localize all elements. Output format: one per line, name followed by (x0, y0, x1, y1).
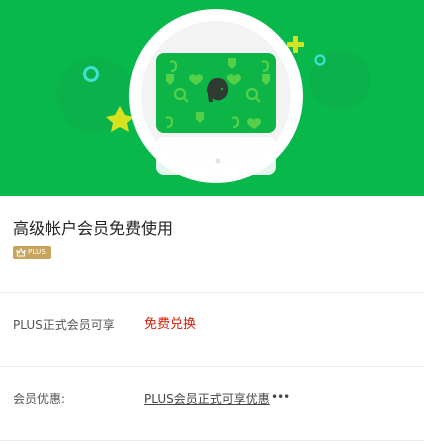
membership-title: 高级帐户会员免费使用 (13, 219, 174, 238)
plus-benefit-link[interactable]: PLUS会员正式可享优惠 (144, 391, 270, 407)
divider (0, 292, 424, 293)
free-redeem-link[interactable]: 免费兑换 (144, 317, 196, 333)
member-discount-label: 会员优惠: (13, 392, 66, 406)
divider (0, 440, 424, 441)
more-icon[interactable]: ••• (271, 389, 290, 405)
plus-member-label: PLUS正式会员可享 (13, 318, 115, 332)
hero-banner (0, 0, 424, 196)
hero-illustration (57, 9, 370, 183)
crown-icon (16, 248, 26, 257)
plus-badge-label: PLUS (28, 248, 47, 256)
plus-badge: PLUS (13, 246, 51, 259)
divider (0, 366, 424, 367)
